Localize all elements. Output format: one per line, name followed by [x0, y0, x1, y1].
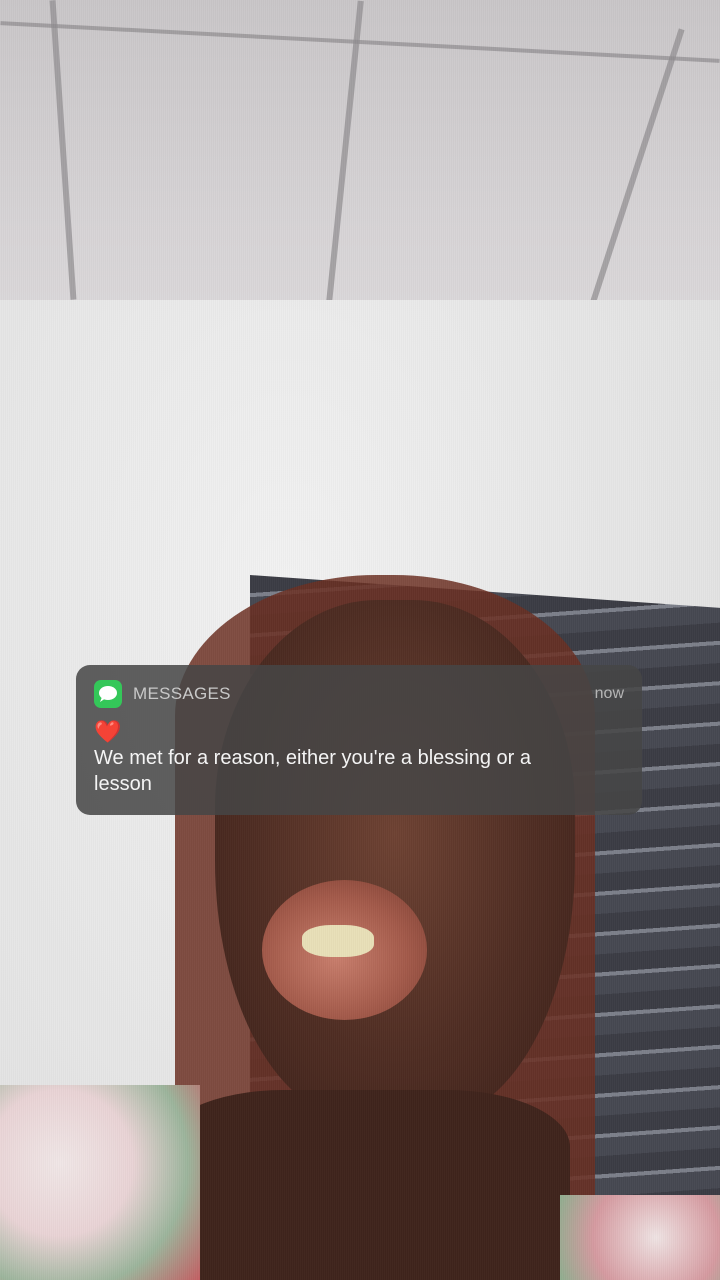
screen: MESSAGES now ❤️ We met for a reason, eit…	[0, 0, 720, 1280]
ceiling-line	[322, 0, 364, 340]
teeth	[302, 925, 374, 957]
message-text: We met for a reason, either you're a ble…	[94, 747, 532, 795]
message-notification[interactable]: MESSAGES now ❤️ We met for a reason, eit…	[76, 665, 642, 815]
notification-body: ❤️ We met for a reason, either you're a …	[94, 719, 624, 797]
app-name: MESSAGES	[133, 684, 231, 703]
floral-fabric	[560, 1195, 720, 1280]
neck	[160, 1090, 570, 1280]
notification-time: now	[594, 685, 624, 702]
ceiling-line	[49, 0, 77, 300]
heart-emoji: ❤️	[94, 719, 122, 744]
floral-fabric	[0, 1085, 200, 1280]
background-photo	[0, 0, 720, 1280]
messages-bubble-icon	[94, 680, 122, 708]
notification-header: MESSAGES now	[94, 679, 624, 709]
